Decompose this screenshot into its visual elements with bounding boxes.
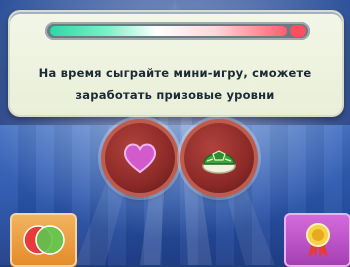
- two-player-icon: [22, 225, 65, 255]
- heart-button[interactable]: [105, 123, 175, 193]
- progress-bar: [45, 22, 310, 40]
- message-text: На время сыграйте мини-игру, сможете зар…: [20, 62, 330, 106]
- message-line-1: На время сыграйте мини-игру, сможете: [38, 66, 312, 80]
- progress-fill: [50, 26, 287, 36]
- heart-icon: [123, 143, 157, 174]
- green-shell-icon: [202, 150, 236, 174]
- green-shell-button[interactable]: [184, 123, 254, 193]
- message-line-2: заработать призовые уровни: [75, 88, 275, 102]
- awards-button[interactable]: [284, 213, 350, 267]
- award-ribbon-icon: [305, 223, 330, 258]
- two-player-button[interactable]: [10, 213, 77, 267]
- progress-cap: [290, 25, 306, 37]
